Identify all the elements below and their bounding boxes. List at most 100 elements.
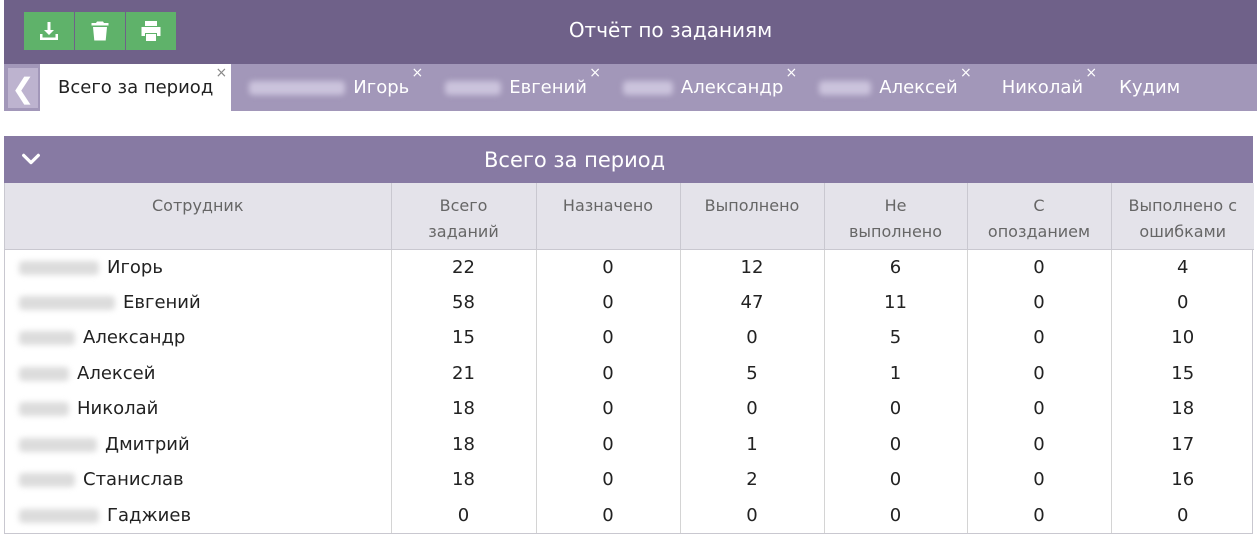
- blurred-surname: [19, 473, 75, 488]
- value-cell: 0: [680, 391, 825, 427]
- table-row[interactable]: Евгений 58 0 47 11 0 0: [5, 284, 1254, 320]
- value-cell: 0: [967, 391, 1112, 427]
- value-cell: 18: [391, 462, 537, 498]
- value-cell: 0: [536, 391, 681, 427]
- column-header[interactable]: Не выполнено: [824, 183, 968, 250]
- panel-header: Всего за период: [4, 136, 1253, 183]
- value-cell: 18: [1171, 398, 1195, 420]
- column-header[interactable]: Сотрудник: [5, 183, 392, 250]
- value-cell: 0: [536, 355, 681, 391]
- tab-label: Всего за период: [58, 77, 214, 98]
- table-row[interactable]: Николай 18 0 0 0 0 18: [5, 391, 1254, 427]
- value-cell: 58: [391, 284, 537, 320]
- employee-name: Станислав: [83, 469, 184, 491]
- title-bar: Отчёт по заданиям: [4, 0, 1257, 64]
- report-table: Сотрудник Всего заданий Назначено Выполнено…: [5, 183, 1254, 533]
- value-cell: 17: [1171, 433, 1195, 455]
- blurred-surname: [19, 508, 99, 523]
- value-cell: 12: [680, 249, 825, 285]
- blurred-surname: [622, 80, 673, 95]
- tab-label: Кудим: [1119, 77, 1181, 98]
- tab-label: Евгений: [509, 77, 587, 98]
- blurred-surname: [19, 260, 99, 275]
- tab-scroll-left-button[interactable]: ❮: [8, 68, 38, 108]
- tab-0[interactable]: Всего за период ×: [40, 64, 232, 111]
- value-cell: 15: [391, 320, 537, 356]
- value-cell: 0: [824, 426, 968, 462]
- table-row[interactable]: Александр 15 0 0 5 0 10: [5, 320, 1254, 356]
- table-row[interactable]: Игорь 22 0 12 6 0 4: [5, 249, 1254, 285]
- value-cell: 0: [967, 355, 1112, 391]
- value-cell: 15: [1171, 362, 1195, 384]
- value-cell: 0: [967, 249, 1112, 285]
- panel-title: Всего за период: [484, 148, 666, 172]
- employee-cell: Игорь: [5, 249, 392, 285]
- tab-2[interactable]: Евгений ×: [427, 64, 605, 111]
- blurred-surname: [19, 402, 69, 417]
- chevron-left-icon: ❮: [11, 71, 35, 105]
- value-cell: 1: [824, 355, 968, 391]
- table-row[interactable]: Алексей 21 0 5 1 0 15: [5, 355, 1254, 391]
- value-cell: 5: [680, 355, 825, 391]
- close-icon[interactable]: ×: [412, 66, 424, 80]
- close-icon[interactable]: ×: [589, 66, 601, 80]
- tab-label: Александр: [680, 77, 784, 98]
- value-cell: 0: [967, 320, 1112, 356]
- value-cell: 0: [967, 497, 1112, 533]
- column-header[interactable]: Назначено: [536, 183, 681, 250]
- tab-6[interactable]: Кудим: [1101, 64, 1198, 111]
- employee-name: Дмитрий: [105, 433, 190, 455]
- column-header[interactable]: С опозданием: [967, 183, 1112, 250]
- table-header-row: Сотрудник Всего заданий Назначено Выполнено…: [5, 183, 1254, 250]
- close-icon[interactable]: ×: [216, 66, 228, 80]
- employee-name: Алексей: [77, 362, 156, 384]
- value-cell: 0: [1177, 504, 1189, 526]
- tab-4[interactable]: Алексей ×: [801, 64, 975, 111]
- tab-1[interactable]: Игорь ×: [231, 64, 427, 111]
- blurred-surname: [445, 80, 502, 95]
- blurred-surname: [19, 437, 97, 452]
- blurred-surname: [819, 80, 872, 95]
- close-icon[interactable]: ×: [960, 66, 972, 80]
- employee-name: Николай: [77, 398, 159, 420]
- employee-cell: Дмитрий: [5, 426, 392, 462]
- blurred-surname: [249, 80, 346, 95]
- value-cell: 0: [824, 391, 968, 427]
- close-icon[interactable]: ×: [786, 66, 798, 80]
- employee-cell: Гаджиев: [5, 497, 392, 533]
- tab-5[interactable]: Николай ×: [976, 64, 1101, 111]
- column-header[interactable]: Выполнено: [680, 183, 825, 250]
- tab-label: Игорь: [353, 77, 410, 98]
- employee-cell: Александр: [5, 320, 392, 356]
- value-cell: 0: [967, 426, 1112, 462]
- column-header[interactable]: Выполнено с ошибками: [1111, 183, 1254, 250]
- employee-cell: Алексей: [5, 355, 392, 391]
- tab-3[interactable]: Александр ×: [605, 64, 801, 111]
- table-row[interactable]: Дмитрий 18 0 1 0 0 17: [5, 426, 1254, 462]
- employee-cell: Николай: [5, 391, 392, 427]
- value-cell: 0: [680, 497, 825, 533]
- value-cell: 0: [391, 497, 537, 533]
- value-cell: 21: [391, 355, 537, 391]
- value-cell: 22: [391, 249, 537, 285]
- employee-name: Гаджиев: [107, 504, 192, 526]
- value-cell: 16: [1171, 469, 1195, 491]
- close-icon[interactable]: ×: [1085, 66, 1097, 80]
- value-cell: 0: [536, 249, 681, 285]
- value-cell: 0: [536, 284, 681, 320]
- value-cell: 0: [967, 462, 1112, 498]
- table-row[interactable]: Гаджиев 0 0 0 0 0 0: [5, 497, 1254, 533]
- report-table-wrapper: Сотрудник Всего заданий Назначено Выполнено…: [4, 183, 1254, 534]
- collapse-button[interactable]: [20, 148, 42, 170]
- value-cell: 0: [824, 497, 968, 533]
- blurred-surname: [19, 366, 69, 381]
- chevron-down-icon: [22, 153, 40, 165]
- value-cell: 10: [1171, 327, 1195, 349]
- value-cell: 4: [1177, 256, 1189, 278]
- tab-label: Алексей: [879, 77, 958, 98]
- employee-cell: Евгений: [5, 284, 392, 320]
- value-cell: 11: [824, 284, 968, 320]
- employee-name: Александр: [83, 327, 186, 349]
- column-header[interactable]: Всего заданий: [391, 183, 537, 250]
- table-row[interactable]: Станислав 18 0 2 0 0 16: [5, 462, 1254, 498]
